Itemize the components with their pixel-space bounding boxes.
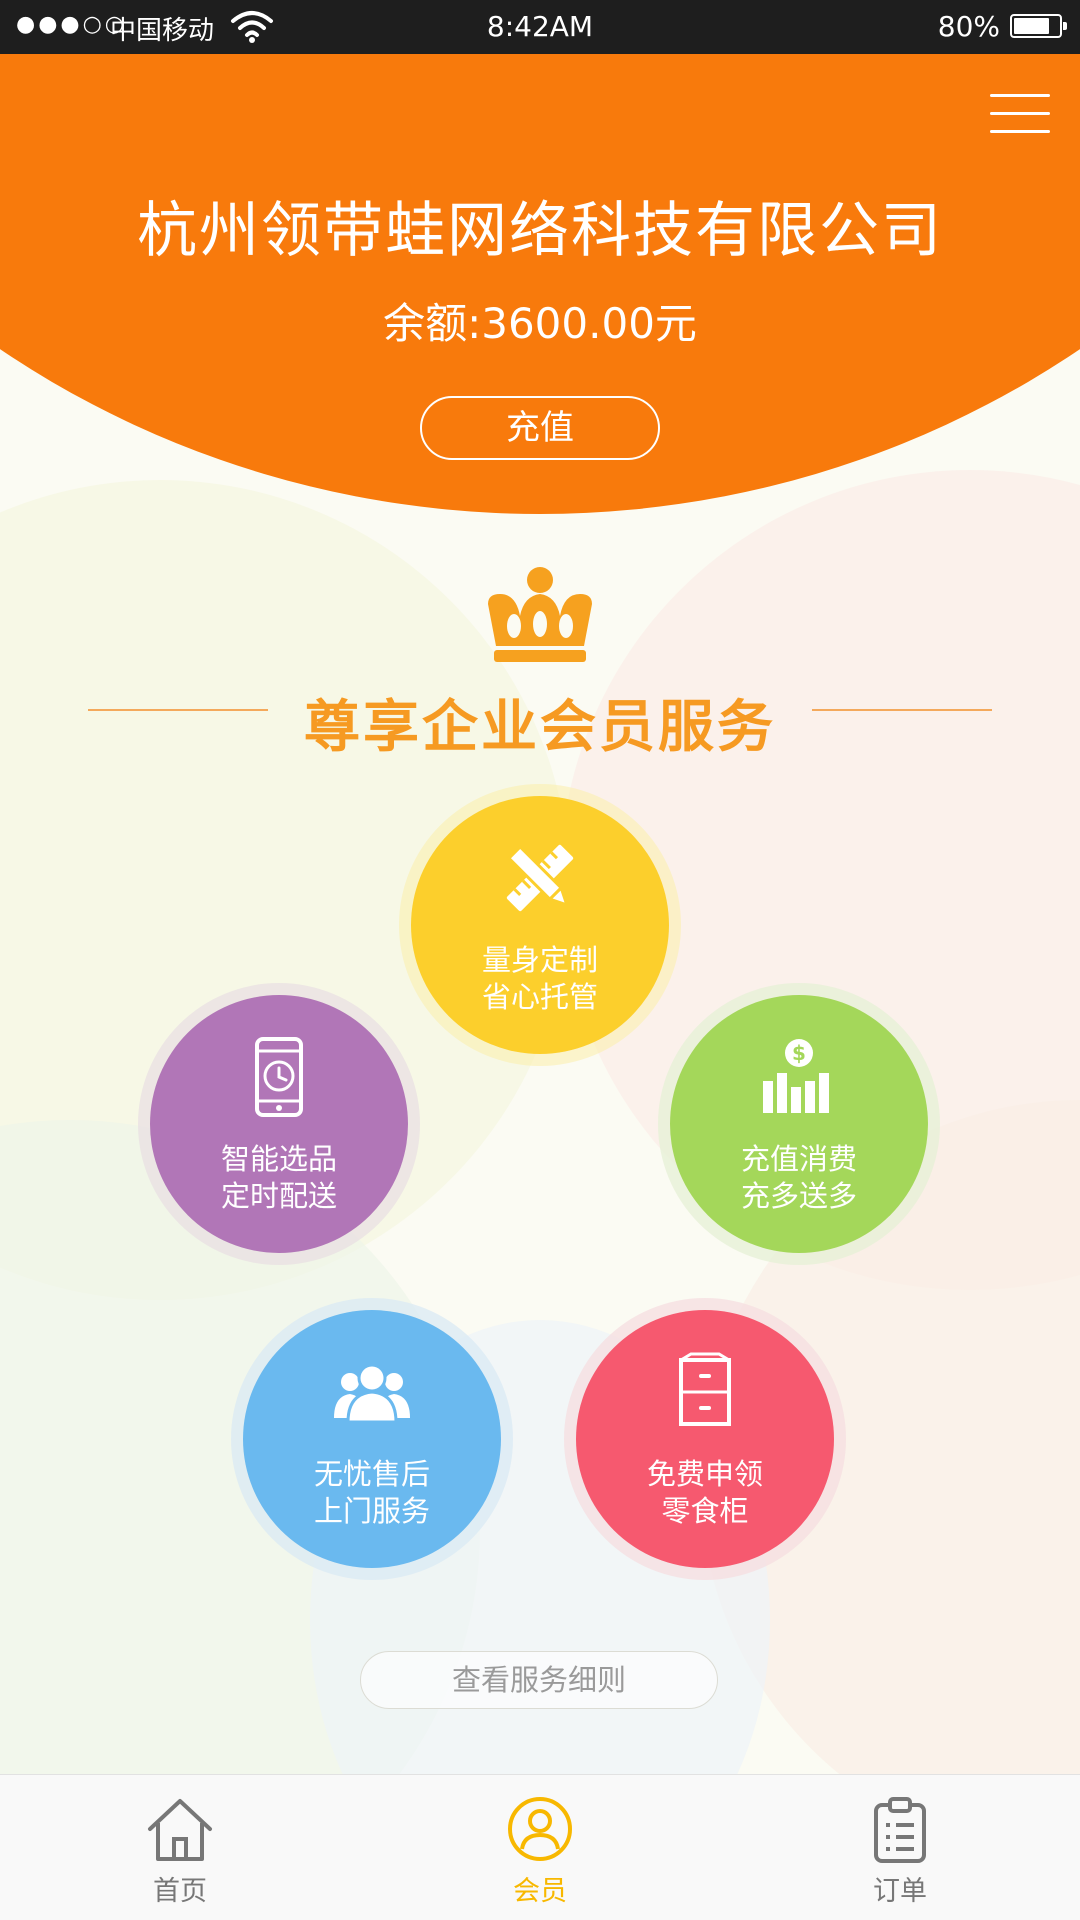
recharge-button[interactable]: 充值 (420, 396, 660, 460)
status-bar: ●●●○○ 中国移动 8:42AM 80% (0, 0, 1080, 54)
hamburger-icon (990, 94, 1050, 97)
home-icon (148, 1799, 212, 1861)
section-title: 尊享企业会员服务 (304, 695, 776, 760)
tab-label: 订单 (873, 1876, 927, 1907)
menu-button[interactable] (990, 92, 1050, 136)
users-icon (334, 1363, 410, 1424)
service-snack-cabinet[interactable]: 免费申领 零食柜 (576, 1310, 834, 1568)
bottom-tab-bar: 首页 会员 订单 (0, 1774, 1080, 1920)
tab-orders[interactable]: 订单 (800, 1775, 1000, 1920)
member-icon (508, 1797, 572, 1861)
clock-time: 8:42AM (486, 10, 594, 43)
tab-home[interactable]: 首页 (80, 1775, 280, 1920)
service-label: 充值消费 充多送多 (740, 1142, 857, 1213)
phone-clock-icon (255, 1037, 303, 1117)
service-label: 智能选品 定时配送 (220, 1142, 337, 1213)
pencil-ruler-icon (506, 844, 574, 912)
view-service-rules-button[interactable]: 查看服务细则 (360, 1651, 718, 1709)
crown-icon (488, 567, 592, 662)
account-header: 杭州领带蛙网络科技有限公司 余额:3600.00元 充值 (0, 54, 1080, 514)
svg-text:$: $ (792, 1041, 806, 1065)
service-label: 免费申领 零食柜 (646, 1457, 763, 1528)
cabinet-icon (679, 1352, 731, 1426)
tab-label: 会员 (513, 1876, 567, 1907)
service-label: 无忧售后 上门服务 (313, 1457, 430, 1528)
tab-member[interactable]: 会员 (440, 1775, 640, 1920)
tab-label: 首页 (153, 1876, 207, 1907)
battery-icon (1010, 14, 1067, 38)
service-smart-delivery[interactable]: 智能选品 定时配送 (150, 995, 408, 1253)
company-name: 杭州领带蛙网络科技有限公司 (137, 196, 943, 266)
order-clipboard-icon (874, 1797, 926, 1863)
service-label: 量身定制 省心托管 (481, 943, 598, 1014)
battery-percent: 80% (937, 10, 1000, 43)
service-recharge-bonus[interactable]: $ 充值消费 充多送多 (670, 995, 928, 1253)
title-divider-right (812, 709, 992, 711)
money-chart-icon: $ (763, 1039, 829, 1113)
account-balance: 余额:3600.00元 (383, 299, 697, 348)
service-after-sales[interactable]: 无忧售后 上门服务 (243, 1310, 501, 1568)
service-custom-managed[interactable]: 量身定制 省心托管 (411, 796, 669, 1054)
battery-level-fill (1014, 18, 1050, 34)
